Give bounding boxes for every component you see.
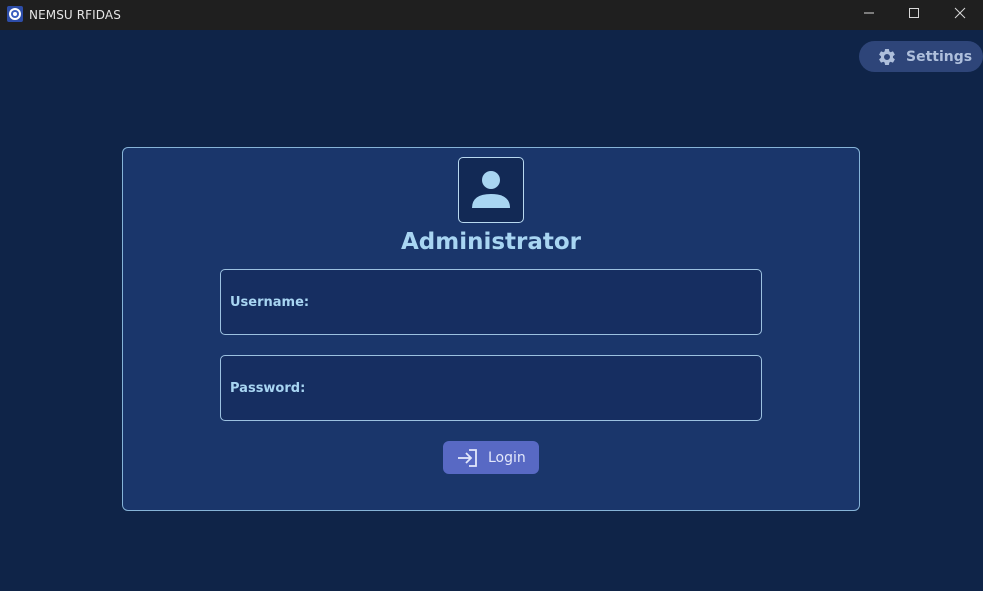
app-window: NEMSU RFIDAS Settings Administrator User… (0, 0, 983, 591)
maximize-icon (908, 6, 920, 24)
password-field[interactable]: Password: (220, 355, 762, 421)
login-button[interactable]: Login (443, 441, 539, 474)
close-button[interactable] (937, 0, 983, 30)
close-icon (954, 6, 966, 24)
login-label: Login (488, 449, 526, 466)
settings-button[interactable]: Settings (859, 41, 983, 72)
maximize-button[interactable] (891, 0, 937, 30)
password-label: Password: (230, 380, 306, 396)
login-arrow-icon (457, 448, 479, 468)
minimize-button[interactable] (846, 0, 892, 30)
gear-icon (877, 47, 897, 67)
window-title: NEMSU RFIDAS (29, 8, 121, 22)
username-input[interactable] (317, 281, 761, 323)
avatar (458, 157, 524, 223)
user-avatar-icon (468, 165, 514, 216)
title-bar[interactable]: NEMSU RFIDAS (0, 0, 983, 30)
login-title: Administrator (400, 229, 582, 255)
password-input[interactable] (313, 367, 761, 409)
username-field[interactable]: Username: (220, 269, 762, 335)
app-logo-icon (7, 6, 23, 22)
minimize-icon (863, 6, 875, 24)
settings-label: Settings (906, 48, 973, 65)
username-label: Username: (230, 294, 310, 310)
